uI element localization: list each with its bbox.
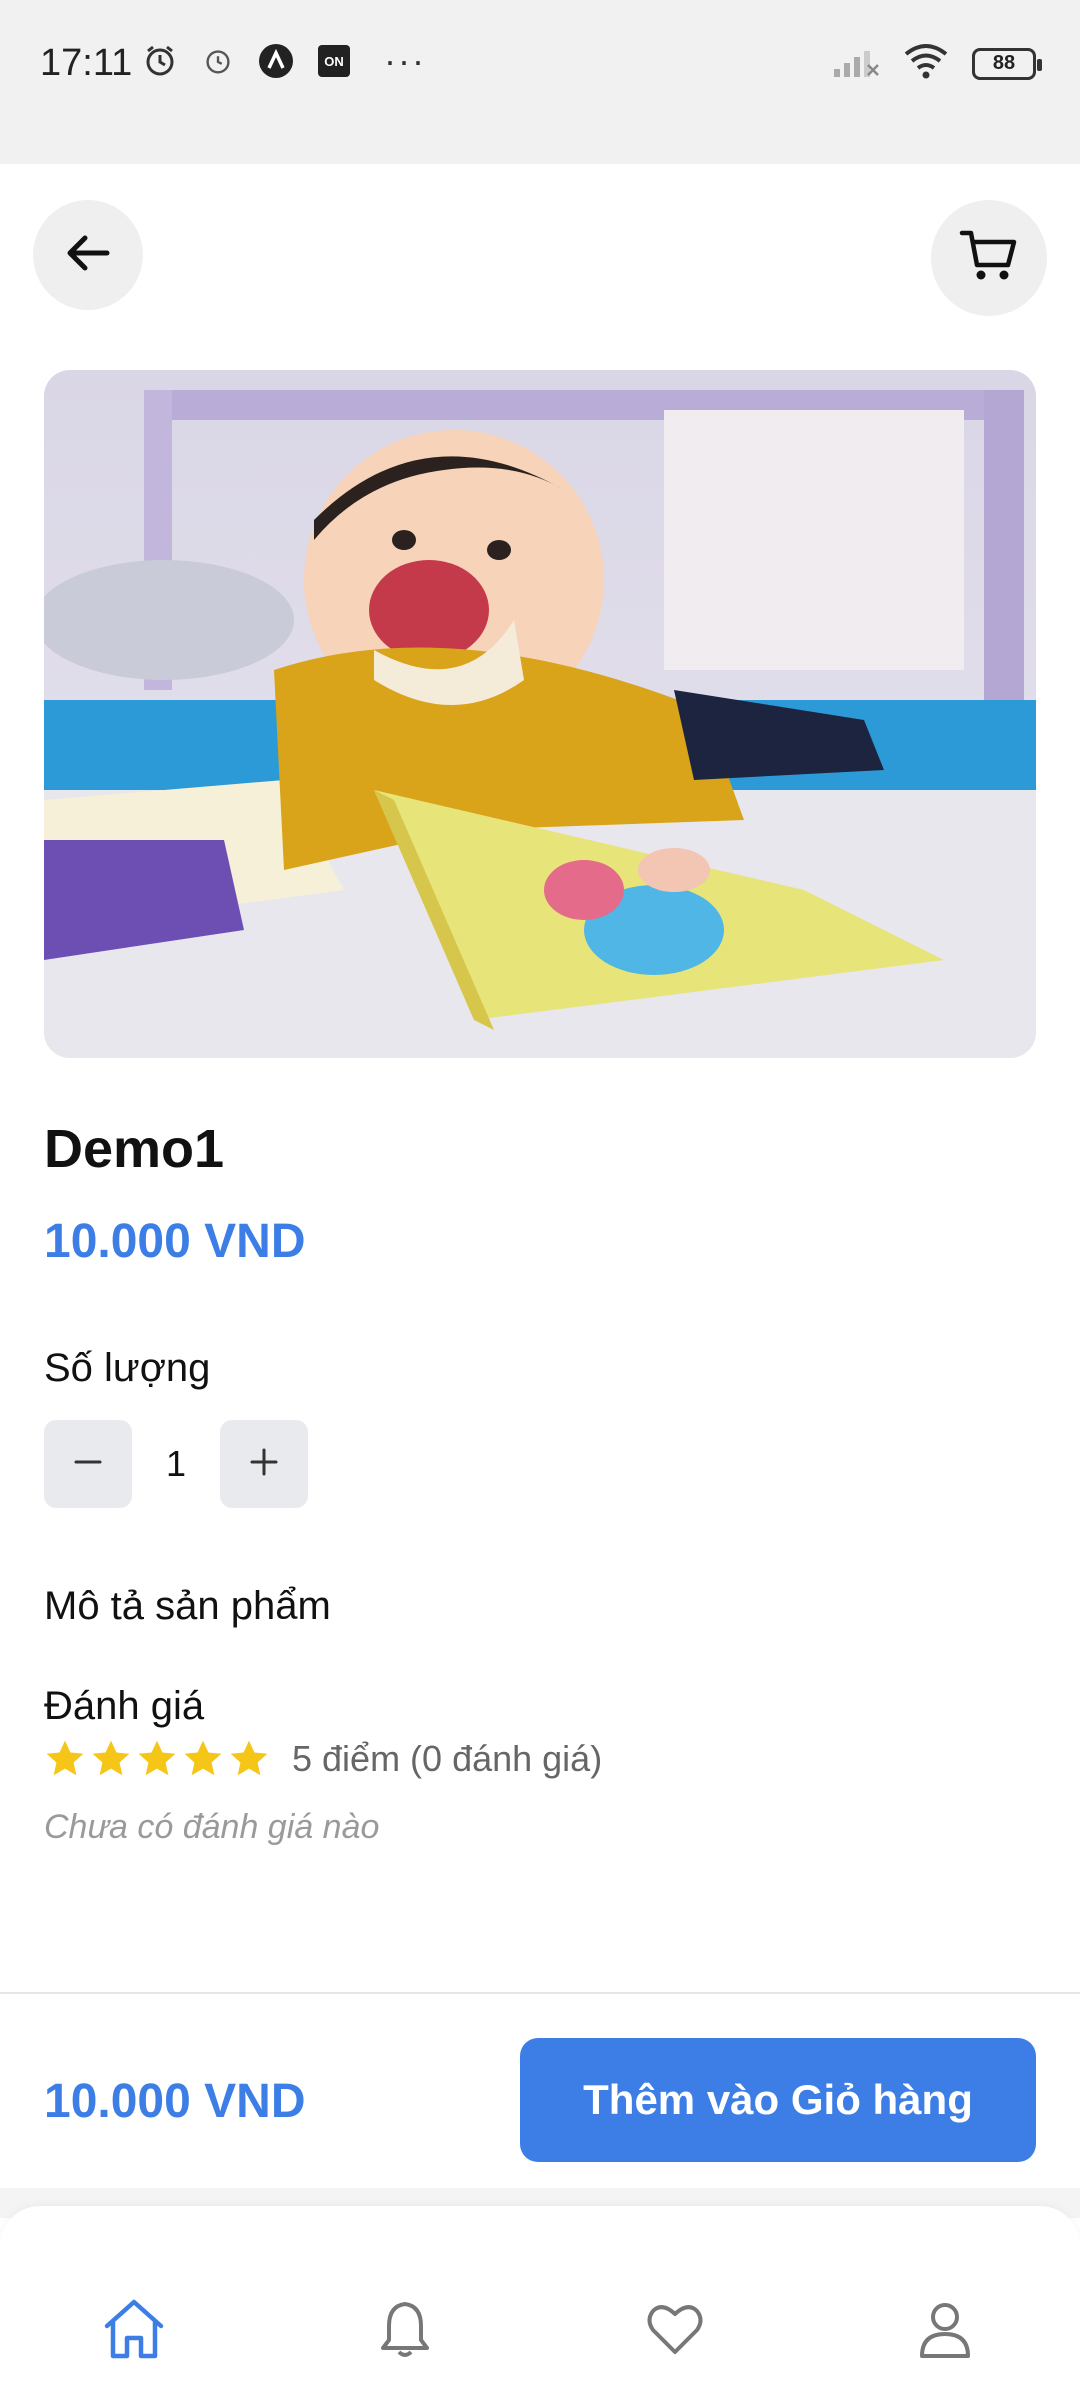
quantity-value: 1 — [165, 1443, 187, 1484]
home-icon — [101, 2296, 167, 2367]
status-icons-left: ON ··· — [140, 40, 426, 82]
rating-label: Đánh giá — [44, 1684, 205, 1728]
add-to-cart-button[interactable]: Thêm vào Giỏ hàng — [520, 2038, 1036, 2162]
bottom-nav — [0, 2206, 1080, 2400]
app-a-icon — [256, 41, 296, 81]
cart-button[interactable] — [931, 200, 1047, 316]
arrow-left-icon — [61, 226, 115, 285]
rating-row: 5 điểm (0 đánh giá) — [44, 1738, 602, 1780]
battery-icon: 88 — [972, 47, 1042, 80]
product-image — [44, 370, 1036, 1058]
quantity-stepper: 1 — [44, 1420, 308, 1508]
rating-stars — [44, 1738, 270, 1780]
status-icons-right: 88 — [832, 42, 1042, 85]
bell-icon — [374, 2298, 436, 2365]
description-label: Mô tả sản phẩm — [44, 1584, 331, 1628]
status-time: 17:11 — [40, 42, 133, 84]
alarm-icon — [198, 41, 238, 81]
star-icon — [184, 1740, 222, 1776]
heart-icon — [644, 2298, 706, 2365]
plus-icon — [249, 1447, 279, 1482]
nav-home[interactable] — [99, 2296, 169, 2366]
divider — [0, 1992, 1080, 1994]
on-badge-icon: ON — [314, 41, 354, 81]
minus-icon — [73, 1447, 103, 1482]
star-icon — [92, 1740, 130, 1776]
rating-summary: 5 điểm (0 đánh giá) — [292, 1738, 603, 1779]
product-price: 10.000 VND — [44, 1215, 306, 1268]
star-icon — [46, 1740, 84, 1776]
signal-icon — [832, 43, 880, 84]
nav-favorites[interactable] — [640, 2296, 710, 2366]
no-review-text: Chưa có đánh giá nào — [44, 1808, 380, 1846]
increase-quantity-button[interactable] — [220, 1420, 308, 1508]
shopping-cart-icon — [958, 225, 1020, 292]
alarm-clock-icon — [140, 41, 180, 81]
star-icon — [138, 1740, 176, 1776]
decrease-quantity-button[interactable] — [44, 1420, 132, 1508]
star-icon — [230, 1740, 268, 1776]
user-icon — [914, 2298, 976, 2365]
product-title: Demo1 — [44, 1119, 225, 1179]
more-status-icon: ··· — [384, 40, 426, 81]
back-button[interactable] — [33, 200, 143, 310]
nav-notifications[interactable] — [370, 2296, 440, 2366]
wifi-icon — [902, 42, 950, 85]
total-price: 10.000 VND — [44, 2075, 306, 2128]
svg-text:ON: ON — [324, 54, 344, 69]
status-bar: 17:11 ON ··· 88 — [0, 0, 1080, 164]
quantity-label: Số lượng — [44, 1346, 211, 1390]
nav-profile[interactable] — [910, 2296, 980, 2366]
